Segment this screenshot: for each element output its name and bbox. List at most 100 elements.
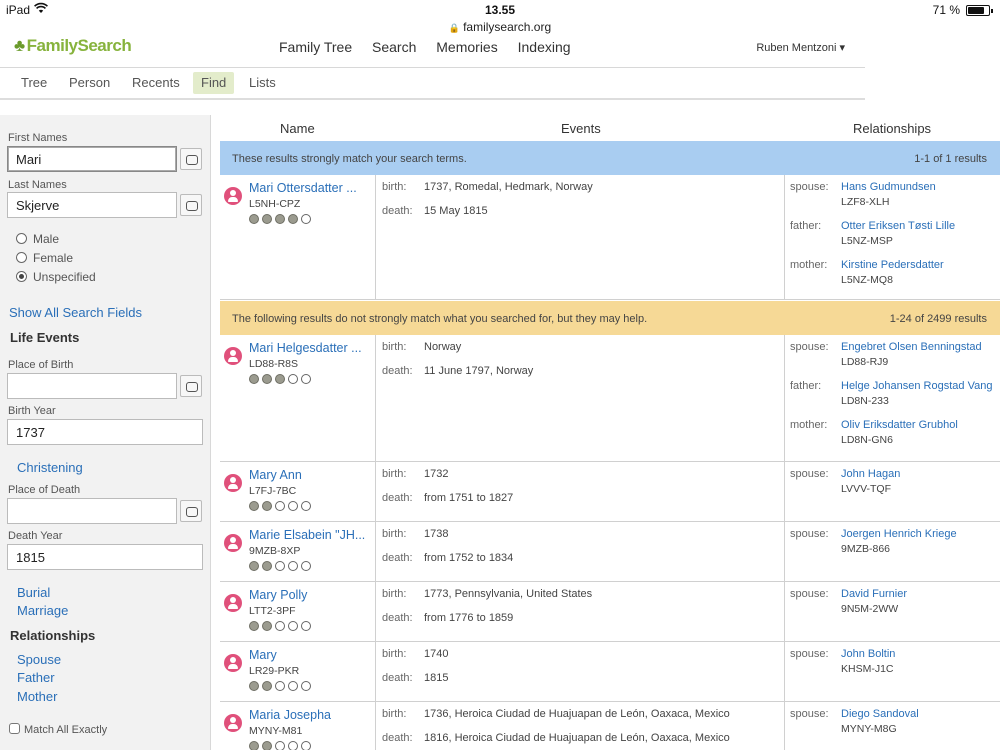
relative-name-link[interactable]: David Furnier: [841, 588, 907, 600]
result-name-cell: Mari Ottersdatter ... L5NH-CPZ: [220, 175, 376, 299]
place-of-birth-exact-toggle[interactable]: [180, 375, 202, 397]
result-events-cell: birth: Norway death: 11 June 1797, Norway: [376, 335, 785, 461]
relative-name-link[interactable]: Otter Eriksen Tøsti Lille: [841, 220, 955, 232]
burial-link[interactable]: Burial: [17, 585, 50, 600]
radio-circle-icon: [16, 233, 27, 244]
place-of-death-label: Place of Death: [8, 484, 81, 496]
result-name-cell: Mary Polly LTT2-3PF: [220, 582, 376, 641]
last-names-label: Last Names: [8, 179, 67, 191]
relative-id: LD8N-GN6: [841, 434, 893, 446]
place-of-death-exact-toggle[interactable]: [180, 500, 202, 522]
spouse-link[interactable]: Spouse: [17, 652, 61, 667]
tab-find[interactable]: Find: [193, 72, 235, 94]
tab-tree[interactable]: Tree: [13, 72, 55, 94]
nav-indexing[interactable]: Indexing: [518, 39, 571, 55]
nav-memories[interactable]: Memories: [436, 39, 497, 55]
first-names-exact-toggle[interactable]: [180, 148, 202, 170]
tab-recents[interactable]: Recents: [124, 72, 188, 94]
results-panel: Name Events Relationships These results …: [220, 115, 1000, 750]
relevance-filled-icon: [249, 501, 259, 511]
relative-name-link[interactable]: Helge Johansen Rogstad Vang: [841, 380, 992, 392]
relationship-label: spouse:: [790, 648, 829, 660]
death-event: death: from 1752 to 1834: [382, 552, 514, 564]
person-name-link[interactable]: Mari Helgesdatter ...: [249, 341, 362, 355]
tab-lists[interactable]: Lists: [241, 72, 284, 94]
gender-male-radio[interactable]: Male: [16, 232, 59, 246]
life-events-heading: Life Events: [10, 330, 80, 345]
column-header-relationships: Relationships: [853, 121, 932, 136]
person-name-link[interactable]: Mari Ottersdatter ...: [249, 181, 357, 195]
relevance-empty-icon: [275, 681, 285, 691]
result-events-cell: birth: 1773, Pennsylvania, United States d…: [376, 582, 785, 641]
place-of-birth-input[interactable]: [7, 373, 177, 399]
nav-search[interactable]: Search: [372, 39, 416, 55]
female-person-icon: [224, 474, 242, 492]
person-name-link[interactable]: Mary: [249, 648, 277, 662]
nav-family-tree[interactable]: Family Tree: [279, 39, 352, 55]
relationship-label: spouse:: [790, 588, 829, 600]
relevance-filled-icon: [275, 374, 285, 384]
birth-year-input[interactable]: 1737: [7, 419, 203, 445]
first-names-input[interactable]: Mari: [7, 146, 177, 172]
relationship-spouse: spouse: John Hagan LVVV-TQF: [790, 468, 900, 495]
birth-event: birth: 1738: [382, 528, 449, 540]
person-name-link[interactable]: Marie Elsabein "JH...: [249, 528, 365, 542]
person-name-link[interactable]: Mary Polly: [249, 588, 307, 602]
relative-id: KHSM-J1C: [841, 663, 894, 675]
relative-name-link[interactable]: Engebret Olsen Benningstad: [841, 341, 982, 353]
url-bar[interactable]: 🔒 familysearch.org: [0, 20, 1000, 36]
relationship-label: mother:: [790, 259, 828, 271]
result-relationships-cell: spouse: Hans Gudmundsen LZF8-XLH father: Ott…: [785, 175, 1000, 299]
radio-selected-icon: [16, 271, 27, 282]
relevance-empty-icon: [301, 681, 311, 691]
relevance-empty-icon: [288, 741, 298, 750]
relative-name-link[interactable]: Kirstine Pedersdatter: [841, 259, 944, 271]
relationship-label: spouse:: [790, 341, 829, 353]
christening-link[interactable]: Christening: [17, 460, 83, 475]
relationship-spouse: spouse: David Furnier 9N5M-2WW: [790, 588, 907, 615]
weak-match-message: The following results do not strongly ma…: [232, 313, 648, 325]
gender-unspecified-radio[interactable]: Unspecified: [16, 270, 96, 284]
relative-name-link[interactable]: John Boltin: [841, 648, 895, 660]
result-row: Mari Ottersdatter ... L5NH-CPZ birth: 1737,…: [220, 175, 1000, 300]
person-name-link[interactable]: Mary Ann: [249, 468, 302, 482]
place-of-birth-label: Place of Birth: [8, 359, 74, 371]
relative-name-link[interactable]: Oliv Eriksdatter Grubhol: [841, 419, 958, 431]
user-menu[interactable]: Ruben Mentzoni ▾: [756, 41, 845, 54]
place-of-death-input[interactable]: [7, 498, 177, 524]
relative-id: L5NZ-MQ8: [841, 274, 893, 286]
show-all-search-fields-link[interactable]: Show All Search Fields: [9, 305, 142, 320]
familysearch-logo[interactable]: ♣ FamilySearch: [14, 36, 132, 56]
relevance-filled-icon: [262, 214, 272, 224]
relative-name-link[interactable]: John Hagan: [841, 468, 900, 480]
relevance-filled-icon: [249, 741, 259, 750]
tab-person[interactable]: Person: [61, 72, 118, 94]
person-id: LTT2-3PF: [249, 605, 296, 617]
relevance-empty-icon: [288, 374, 298, 384]
relative-name-link[interactable]: Hans Gudmundsen: [841, 181, 936, 193]
result-name-cell: Mari Helgesdatter ... LD88-R8S: [220, 335, 376, 461]
death-year-input[interactable]: 1815: [7, 544, 203, 570]
search-sidebar: First Names Mari Last Names Skjerve Male…: [0, 115, 211, 750]
relevance-rating: [249, 681, 314, 693]
match-all-exactly-checkbox[interactable]: Match All Exactly: [9, 723, 107, 736]
relative-id: L5NZ-MSP: [841, 235, 893, 247]
last-names-exact-toggle[interactable]: [180, 194, 202, 216]
relationship-father: father: Helge Johansen Rogstad Vang LD8N-2…: [790, 380, 992, 407]
father-link[interactable]: Father: [17, 670, 55, 685]
result-row: Mary Polly LTT2-3PF birth: 1773, Pennsylvan…: [220, 582, 1000, 642]
column-header-events: Events: [561, 121, 601, 136]
clock: 13.55: [484, 3, 516, 17]
relevance-rating: [249, 501, 314, 513]
marriage-link[interactable]: Marriage: [17, 603, 68, 618]
relevance-empty-icon: [275, 561, 285, 571]
relative-name-link[interactable]: Joergen Henrich Kriege: [841, 528, 957, 540]
relevance-rating: [249, 214, 314, 226]
relative-id: LVVV-TQF: [841, 483, 891, 495]
last-names-input[interactable]: Skjerve: [7, 192, 177, 218]
mother-link[interactable]: Mother: [17, 689, 57, 704]
person-name-link[interactable]: Maria Josepha: [249, 708, 331, 722]
relative-name-link[interactable]: Diego Sandoval: [841, 708, 919, 720]
death-event: death: 11 June 1797, Norway: [382, 365, 534, 377]
gender-female-radio[interactable]: Female: [16, 251, 73, 265]
